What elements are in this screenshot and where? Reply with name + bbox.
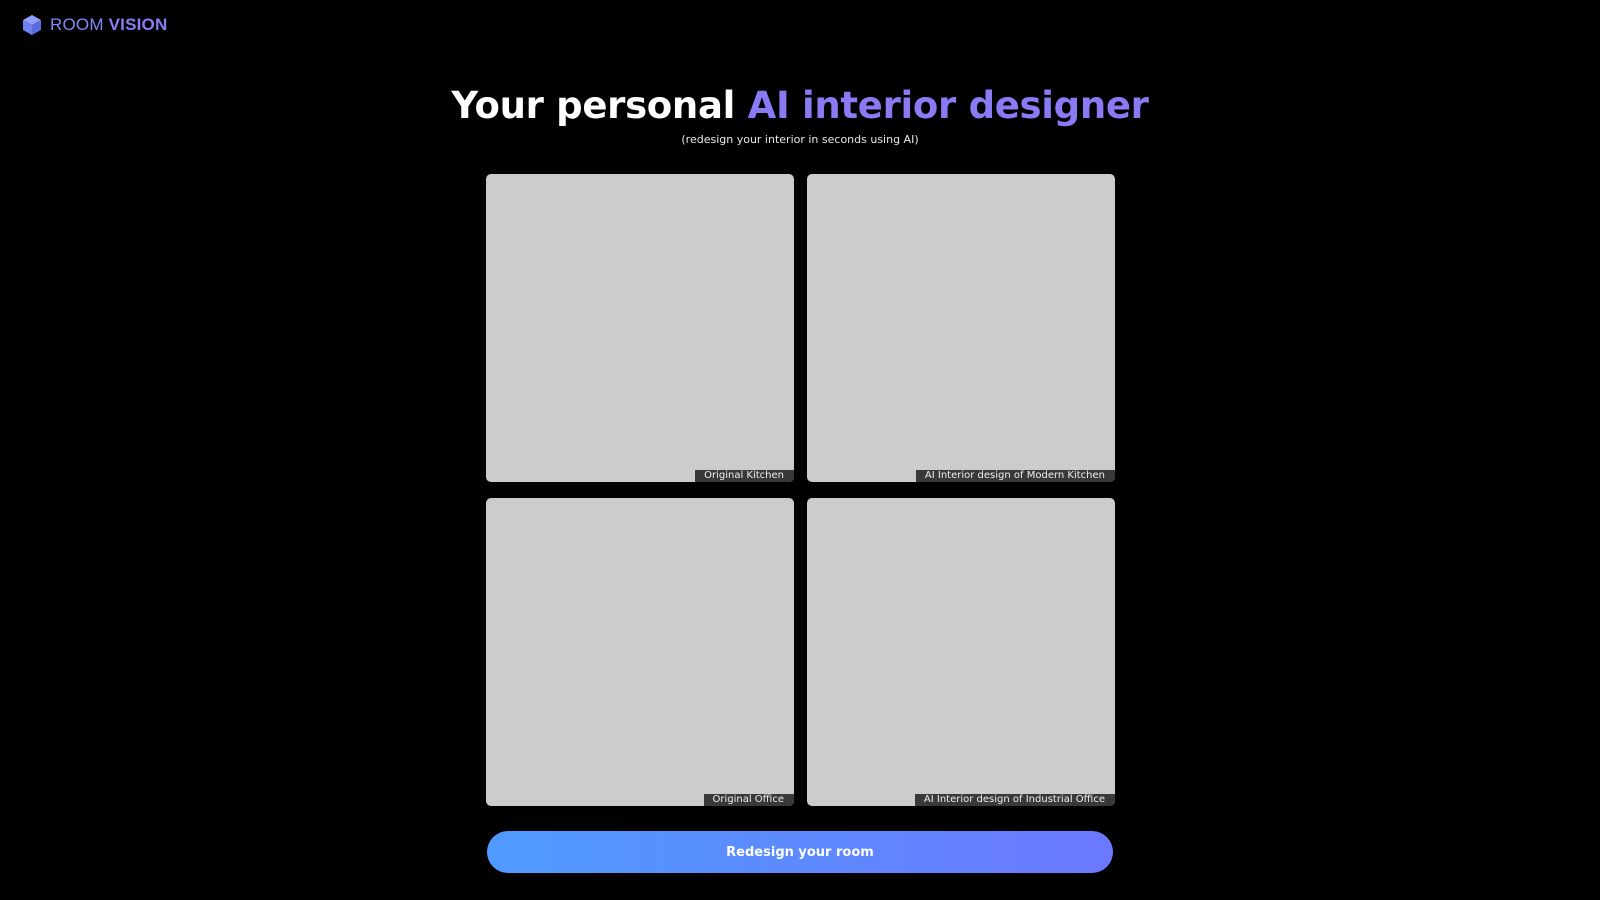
image-caption: Original Kitchen xyxy=(695,470,794,482)
page-title: Your personal AI interior designer xyxy=(0,80,1600,132)
example-gallery: Original Kitchen AI Interior design of M… xyxy=(486,174,1115,806)
logo-text-light: ROOM xyxy=(50,15,104,34)
title-accent: AI interior designer xyxy=(747,84,1149,127)
page-subtitle: (redesign your interior in seconds using… xyxy=(681,133,919,146)
hero-section: Your personal AI interior designer (rede… xyxy=(0,80,1600,148)
page: ROOM VISION Your personal AI interior de… xyxy=(0,0,1600,900)
logo-text: ROOM VISION xyxy=(50,15,167,35)
gallery-image-original-office: Original Office xyxy=(486,498,794,806)
gallery-image-original-kitchen: Original Kitchen xyxy=(486,174,794,482)
cube-icon xyxy=(23,15,41,35)
image-caption: AI Interior design of Industrial Office xyxy=(914,794,1115,806)
logo-text-bold: VISION xyxy=(108,15,168,34)
gallery-image-modern-kitchen: AI Interior design of Modern Kitchen xyxy=(807,174,1115,482)
redesign-room-button[interactable]: Redesign your room xyxy=(487,831,1113,873)
gallery-image-industrial-office: AI Interior design of Industrial Office xyxy=(807,498,1115,806)
image-caption: Original Office xyxy=(703,794,794,806)
title-plain: Your personal xyxy=(451,84,736,127)
logo-link[interactable]: ROOM VISION xyxy=(22,14,167,36)
image-caption: AI Interior design of Modern Kitchen xyxy=(915,470,1115,482)
